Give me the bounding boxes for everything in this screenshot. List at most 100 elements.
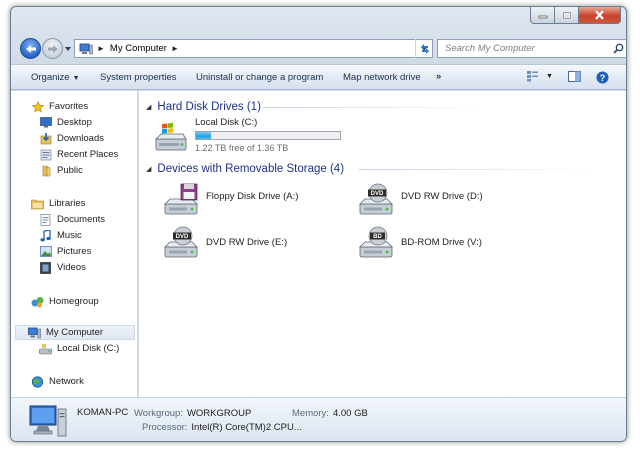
group-divider <box>263 107 483 108</box>
nav-network[interactable]: Network <box>31 374 84 389</box>
drive-e-name: DVD RW Drive (E:) <box>206 237 288 248</box>
downloads-icon <box>39 132 52 145</box>
processor-label: Processor: <box>142 422 188 433</box>
processor-row: Processor: Intel(R) Core(TM)2 CPU... <box>142 422 302 433</box>
nav-my-computer[interactable]: My Computer <box>15 325 135 340</box>
nav-music[interactable]: Music <box>39 228 82 243</box>
videos-icon <box>39 261 52 274</box>
search-input[interactable] <box>438 43 603 54</box>
nav-downloads[interactable]: Downloads <box>39 131 104 146</box>
maximize-button[interactable] <box>555 7 579 24</box>
drive-bd-v[interactable]: BD BD-ROM Drive (V:) <box>358 226 482 258</box>
preview-pane-button[interactable] <box>568 71 581 82</box>
nav-videos[interactable]: Videos <box>39 260 86 275</box>
group-removable-storage[interactable]: ◢ Devices with Removable Storage (4) <box>146 161 344 177</box>
computer-icon <box>79 43 93 54</box>
content-pane: ◢ Hard Disk Drives (1) Local Disk (C:) 1… <box>139 91 626 397</box>
back-button[interactable] <box>20 38 41 59</box>
drive-local-disk-c[interactable]: Local Disk (C:) 1.22 TB free of 1.36 TB <box>153 117 341 153</box>
group-hard-disk-drives[interactable]: ◢ Hard Disk Drives (1) <box>146 99 261 115</box>
nav-desktop-label: Desktop <box>57 117 92 128</box>
nav-desktop[interactable]: Desktop <box>39 115 92 130</box>
minimize-button[interactable] <box>530 7 555 24</box>
desktop-icon <box>39 117 52 129</box>
computer-name-value: KOMAN-PC <box>77 407 129 418</box>
nav-public-label: Public <box>57 165 83 176</box>
nav-local-disk[interactable]: Local Disk (C:) <box>39 341 119 356</box>
drive-c-usage-fill <box>196 132 211 139</box>
preview-pane-icon <box>568 71 581 82</box>
explorer-window: ► My Computer ► Organize▼ System propert… <box>10 6 627 442</box>
change-view-button[interactable]: ▼ <box>526 70 553 82</box>
breadcrumb-separator[interactable]: ► <box>97 44 105 53</box>
collapse-triangle-icon: ◢ <box>146 166 152 173</box>
documents-icon <box>39 213 52 226</box>
view-dropdown-icon: ▼ <box>546 72 553 80</box>
refresh-icon <box>420 43 429 54</box>
network-icon <box>31 375 44 388</box>
breadcrumb-my-computer[interactable]: My Computer <box>110 43 167 54</box>
forward-button[interactable] <box>42 38 63 59</box>
recent-pages-dropdown-icon[interactable] <box>64 45 72 53</box>
nav-music-label: Music <box>57 230 82 241</box>
computer-large-icon <box>29 405 67 437</box>
workgroup-row: Workgroup: WORKGROUP <box>134 408 251 419</box>
drive-d-name: DVD RW Drive (D:) <box>401 191 483 202</box>
map-network-drive-button[interactable]: Map network drive <box>343 72 421 83</box>
dvd-drive-icon: DVD <box>359 183 393 215</box>
nav-downloads-label: Downloads <box>57 133 104 144</box>
bd-rom-drive-icon: BD <box>359 226 393 258</box>
nav-pictures[interactable]: Pictures <box>39 244 91 259</box>
drive-floppy-a[interactable]: Floppy Disk Drive (A:) <box>163 183 298 215</box>
arrow-left-icon <box>25 44 36 53</box>
dvd-drive-icon: DVD <box>164 226 198 258</box>
chevron-down-icon: ▼ <box>72 75 80 82</box>
minimize-icon <box>538 15 547 19</box>
nav-favorites[interactable]: Favorites <box>31 99 88 114</box>
drive-c-info: Local Disk (C:) 1.22 TB free of 1.36 TB <box>195 117 341 153</box>
workgroup-label: Workgroup: <box>134 408 183 419</box>
nav-recent-places[interactable]: Recent Places <box>39 147 118 162</box>
hard-drive-icon <box>39 343 52 355</box>
search-box[interactable] <box>437 39 626 58</box>
nav-network-label: Network <box>49 376 84 387</box>
address-bar-row: ► My Computer ► <box>18 37 626 59</box>
organize-label: Organize <box>31 72 70 83</box>
system-properties-button[interactable]: System properties <box>100 72 177 83</box>
navigation-pane: Favorites Desktop Downloads Recent Place… <box>11 91 138 397</box>
memory-label: Memory: <box>292 408 329 419</box>
command-bar: Organize ▼ System properties Uninstall or… <box>11 64 626 90</box>
pictures-icon <box>39 246 52 258</box>
close-icon <box>595 10 604 20</box>
workgroup-value: WORKGROUP <box>186 408 252 419</box>
homegroup-icon <box>31 296 44 308</box>
nav-libraries[interactable]: Libraries <box>31 196 85 211</box>
svg-text:?: ? <box>600 73 606 83</box>
uninstall-program-button[interactable]: Uninstall or change a program <box>196 72 323 83</box>
nav-public[interactable]: Public <box>39 163 83 178</box>
drive-dvd-d[interactable]: DVD DVD RW Drive (D:) <box>358 183 483 215</box>
nav-homegroup-label: Homegroup <box>49 296 99 307</box>
collapse-triangle-icon: ◢ <box>146 104 152 111</box>
memory-row: Memory: 4.00 GB <box>292 408 368 419</box>
nav-videos-label: Videos <box>57 262 86 273</box>
search-icon[interactable] <box>613 43 624 54</box>
arrow-right-icon <box>47 44 58 53</box>
help-button[interactable]: ? <box>596 71 609 84</box>
breadcrumb-separator-trailing[interactable]: ► <box>171 44 179 53</box>
nav-documents[interactable]: Documents <box>39 212 105 227</box>
nav-pictures-label: Pictures <box>57 246 92 257</box>
drive-dvd-e[interactable]: DVD DVD RW Drive (E:) <box>163 226 287 258</box>
windows-drive-icon <box>155 123 187 151</box>
nav-homegroup[interactable]: Homegroup <box>31 294 99 309</box>
address-field[interactable]: ► My Computer ► <box>74 39 433 58</box>
drive-v-name: BD-ROM Drive (V:) <box>401 237 482 248</box>
close-button[interactable] <box>579 7 621 24</box>
refresh-button[interactable] <box>415 39 433 58</box>
organize-button[interactable]: Organize ▼ <box>31 72 80 83</box>
nav-favorites-label: Favorites <box>49 101 89 112</box>
more-commands-button[interactable]: » <box>436 71 441 82</box>
memory-value: 4.00 GB <box>332 408 368 419</box>
computer-icon <box>28 327 41 339</box>
drive-c-usage-bar <box>195 131 341 140</box>
